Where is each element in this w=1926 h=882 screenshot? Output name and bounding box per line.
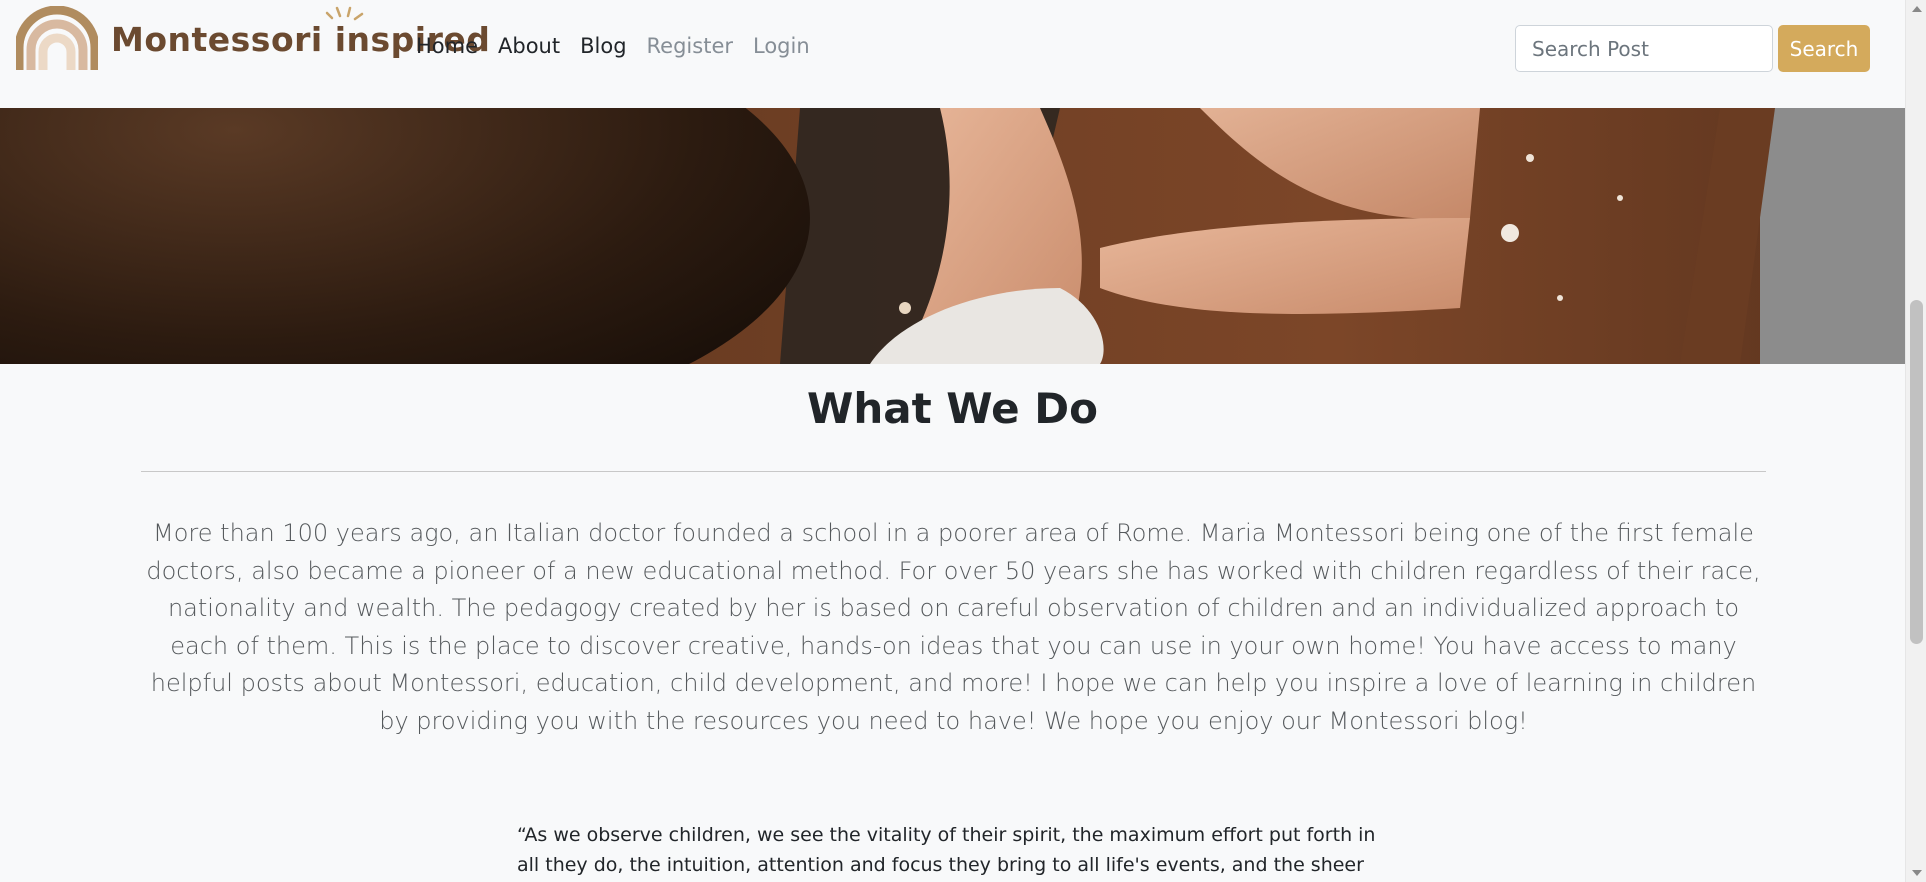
section-title: What We Do [807,384,1098,433]
nav-link-about[interactable]: About [498,34,560,58]
intro-paragraph: More than 100 years ago, an Italian doct… [146,519,1761,735]
nav-links: Home About Blog Register Login [416,34,810,58]
search-input[interactable] [1515,25,1773,72]
montessori-quote: “As we observe children, we see the vita… [517,824,1376,876]
rainbow-icon [16,6,98,70]
hero-image [0,108,1905,364]
search-button[interactable]: Search [1778,25,1870,72]
sun-rays-icon [325,6,364,21]
nav-link-register[interactable]: Register [647,34,733,58]
hero-photo [0,108,1905,364]
brand-logo[interactable]: Montessori inspired [16,6,490,72]
navbar: Montessori inspired Home About Blog Regi… [0,0,1905,108]
nav-link-blog[interactable]: Blog [580,34,626,58]
scrollbar-thumb[interactable] [1910,300,1923,644]
scroll-down-arrow-icon[interactable] [1912,870,1922,876]
scroll-up-arrow-icon[interactable] [1912,6,1922,12]
page-scrollbar[interactable] [1905,0,1926,882]
nav-link-login[interactable]: Login [753,34,810,58]
nav-link-home[interactable]: Home [416,34,478,58]
divider [141,471,1766,472]
